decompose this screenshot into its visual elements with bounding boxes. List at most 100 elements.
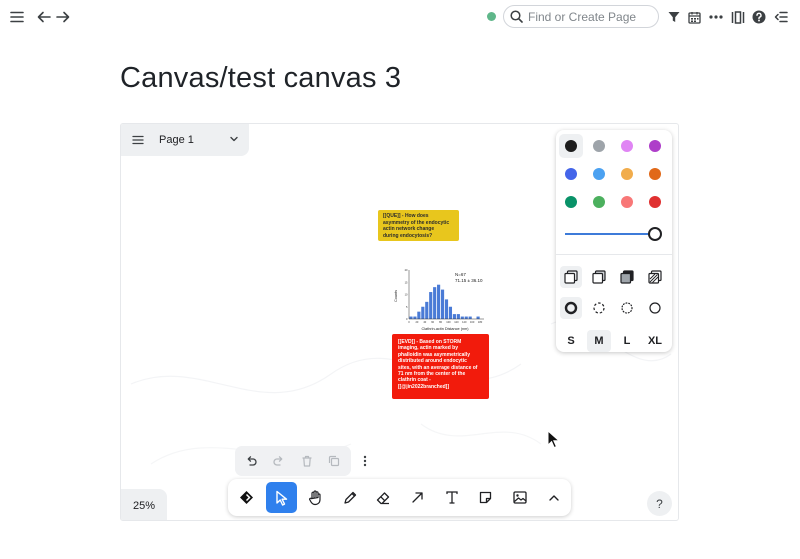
histogram-x-tick-label: 60 bbox=[431, 320, 434, 324]
duplicate-icon[interactable] bbox=[326, 453, 342, 469]
color-swatch-light-red[interactable] bbox=[621, 196, 633, 208]
hamburger-menu-icon[interactable] bbox=[7, 7, 27, 27]
help-circle-icon[interactable] bbox=[749, 7, 769, 27]
top-bar bbox=[0, 0, 800, 34]
sync-status-indicator bbox=[487, 12, 496, 21]
histogram-image[interactable]: 0 20 40 60 80 100 120 140 160 180 0 5 10 15 20 N=67 71… bbox=[392, 254, 489, 334]
histogram-x-tick-label: 80 bbox=[439, 320, 442, 324]
arrow-left-icon[interactable] bbox=[34, 7, 54, 27]
histogram-bar bbox=[409, 316, 413, 319]
size-s-button[interactable]: S bbox=[559, 330, 583, 352]
eraser-icon[interactable] bbox=[368, 482, 399, 513]
histogram-bar bbox=[433, 287, 437, 319]
color-swatch-grey[interactable] bbox=[593, 140, 605, 152]
size-m-button[interactable]: M bbox=[587, 330, 611, 352]
calendar-icon[interactable] bbox=[684, 7, 704, 27]
histogram-n-annotation: N=67 bbox=[455, 272, 466, 277]
color-swatch-blue[interactable] bbox=[565, 168, 577, 180]
histogram-x-tick-label: 40 bbox=[423, 320, 426, 324]
histogram-x-tick-label: 160 bbox=[470, 320, 475, 324]
delete-icon[interactable] bbox=[299, 453, 315, 469]
fill-pattern-icon[interactable] bbox=[644, 266, 666, 288]
color-swatch-light-green[interactable] bbox=[593, 196, 605, 208]
dash-draw-icon[interactable] bbox=[560, 297, 582, 319]
select-icon[interactable] bbox=[266, 482, 297, 513]
color-swatch-light-violet[interactable] bbox=[621, 140, 633, 152]
histogram-y-tick-label: 20 bbox=[405, 268, 408, 272]
columns-icon[interactable] bbox=[728, 7, 748, 27]
size-xl-button[interactable]: XL bbox=[643, 330, 667, 352]
arrow-right-icon[interactable] bbox=[53, 7, 73, 27]
opacity-slider-thumb[interactable] bbox=[648, 227, 662, 241]
text-icon[interactable] bbox=[436, 482, 467, 513]
action-bar bbox=[235, 446, 351, 476]
note-icon[interactable] bbox=[470, 482, 501, 513]
color-swatch-red[interactable] bbox=[649, 196, 661, 208]
histogram-bar bbox=[440, 289, 445, 319]
histogram-bar bbox=[437, 284, 441, 319]
canvas-board[interactable]: Page 1 [[QUE]] - How does asymmetry of t… bbox=[120, 123, 679, 521]
question-sticky-note[interactable]: [[QUE]] - How does asymmetry of the endo… bbox=[378, 210, 459, 241]
histogram-y-tick-label: 5 bbox=[406, 305, 408, 309]
hand-icon[interactable] bbox=[300, 482, 331, 513]
histogram-y-tick-label: 10 bbox=[405, 293, 408, 297]
histogram-y-label: Counts bbox=[394, 290, 398, 302]
histogram-x-tick-label: 20 bbox=[415, 320, 418, 324]
fill-semi-icon[interactable] bbox=[588, 266, 610, 288]
histogram-x-tick-label: 0 bbox=[408, 320, 410, 324]
histogram-bar bbox=[413, 316, 417, 319]
histogram-bar bbox=[429, 292, 433, 319]
evidence-sticky-note[interactable]: [[EVD]] - Based on STORM imaging, actin … bbox=[392, 334, 489, 399]
histogram-bar bbox=[452, 314, 456, 319]
page-title: Canvas/test canvas 3 bbox=[120, 62, 402, 94]
search-box[interactable] bbox=[503, 5, 659, 28]
histogram-bar bbox=[421, 306, 425, 319]
search-input[interactable] bbox=[528, 9, 648, 24]
histogram-x-tick-label: 180 bbox=[478, 320, 483, 324]
histogram-bar bbox=[464, 316, 468, 319]
color-swatch-black[interactable] bbox=[565, 140, 577, 152]
dash-dashed-icon[interactable] bbox=[588, 297, 610, 319]
dash-dotted-icon[interactable] bbox=[616, 297, 638, 319]
main-toolbar bbox=[228, 479, 571, 516]
image-icon[interactable] bbox=[504, 482, 535, 513]
color-swatch-green[interactable] bbox=[565, 196, 577, 208]
logo-icon[interactable] bbox=[231, 482, 262, 513]
color-swatch-violet[interactable] bbox=[649, 140, 661, 152]
histogram-x-label: Clathrin-actin Distance (nm) bbox=[421, 327, 469, 331]
histogram-bar bbox=[448, 306, 453, 319]
dash-solid-icon[interactable] bbox=[644, 297, 666, 319]
histogram-chart: 0 20 40 60 80 100 120 140 160 18005101520 N=67 71… bbox=[394, 268, 484, 331]
chevron-up-icon[interactable] bbox=[538, 482, 569, 513]
fill-solid-icon[interactable] bbox=[616, 266, 638, 288]
arrow-icon[interactable] bbox=[402, 482, 433, 513]
color-swatch-orange[interactable] bbox=[649, 168, 661, 180]
search-icon bbox=[510, 10, 523, 23]
mouse-pointer-icon bbox=[547, 430, 560, 449]
histogram-x-tick-label: 100 bbox=[446, 320, 451, 324]
color-swatch-yellow[interactable] bbox=[621, 168, 633, 180]
histogram-bar bbox=[417, 311, 421, 319]
histogram-x-tick-label: 140 bbox=[462, 320, 467, 324]
redo-icon[interactable] bbox=[271, 453, 287, 469]
filter-icon[interactable] bbox=[664, 7, 684, 27]
draw-icon[interactable] bbox=[334, 482, 365, 513]
histogram-bar bbox=[425, 301, 429, 319]
undo-icon[interactable] bbox=[243, 453, 259, 469]
histogram-x-tick-label: 120 bbox=[454, 320, 459, 324]
color-swatch-light-blue[interactable] bbox=[593, 168, 605, 180]
more-horizontal-icon[interactable] bbox=[706, 7, 726, 27]
size-l-button[interactable]: L bbox=[615, 330, 639, 352]
style-panel: S M L XL bbox=[556, 130, 672, 352]
chevron-down-icon[interactable] bbox=[229, 134, 239, 144]
page-selector[interactable]: Page 1 bbox=[121, 124, 249, 156]
canvas-help-button[interactable]: ? bbox=[647, 491, 672, 516]
page-menu-icon[interactable] bbox=[131, 133, 145, 147]
histogram-y-tick-label: 15 bbox=[405, 280, 408, 284]
opacity-slider-track[interactable] bbox=[565, 233, 655, 235]
zoom-level-button[interactable]: 25% bbox=[121, 489, 167, 520]
sidebar-toggle-icon[interactable] bbox=[771, 7, 791, 27]
fill-none-icon[interactable] bbox=[560, 266, 582, 288]
page-selector-label: Page 1 bbox=[159, 134, 194, 146]
more-vertical-icon[interactable] bbox=[357, 453, 373, 469]
